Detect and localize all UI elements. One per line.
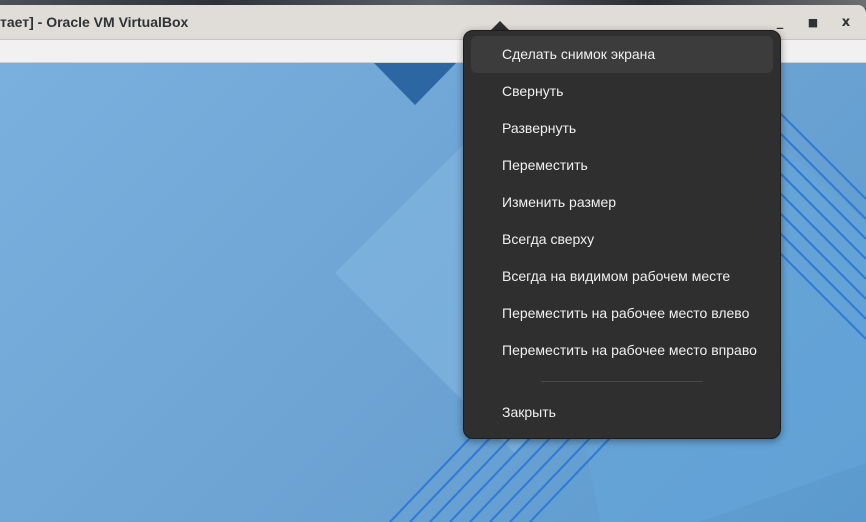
window-context-menu: Сделать снимок экрана Свернуть Развернут… [463, 30, 781, 439]
close-button[interactable]: x [836, 13, 856, 33]
menu-item-minimize[interactable]: Свернуть [471, 73, 773, 110]
menu-item-move-workspace-left[interactable]: Переместить на рабочее место влево [471, 295, 773, 332]
menu-item-screenshot[interactable]: Сделать снимок экрана [471, 36, 773, 73]
menu-item-always-visible-workspace[interactable]: Всегда на видимом рабочем месте [471, 258, 773, 295]
window-title: тает] - Oracle VM VirtualBox [0, 14, 189, 30]
menu-separator [541, 381, 703, 382]
menu-item-always-on-top[interactable]: Всегда сверху [471, 221, 773, 258]
menu-item-maximize[interactable]: Развернуть [471, 110, 773, 147]
menu-item-move[interactable]: Переместить [471, 147, 773, 184]
menu-item-close[interactable]: Закрыть [471, 394, 773, 431]
menu-item-resize[interactable]: Изменить размер [471, 184, 773, 221]
maximize-button[interactable]: ■ [803, 13, 823, 33]
menu-item-move-workspace-right[interactable]: Переместить на рабочее место вправо [471, 332, 773, 369]
